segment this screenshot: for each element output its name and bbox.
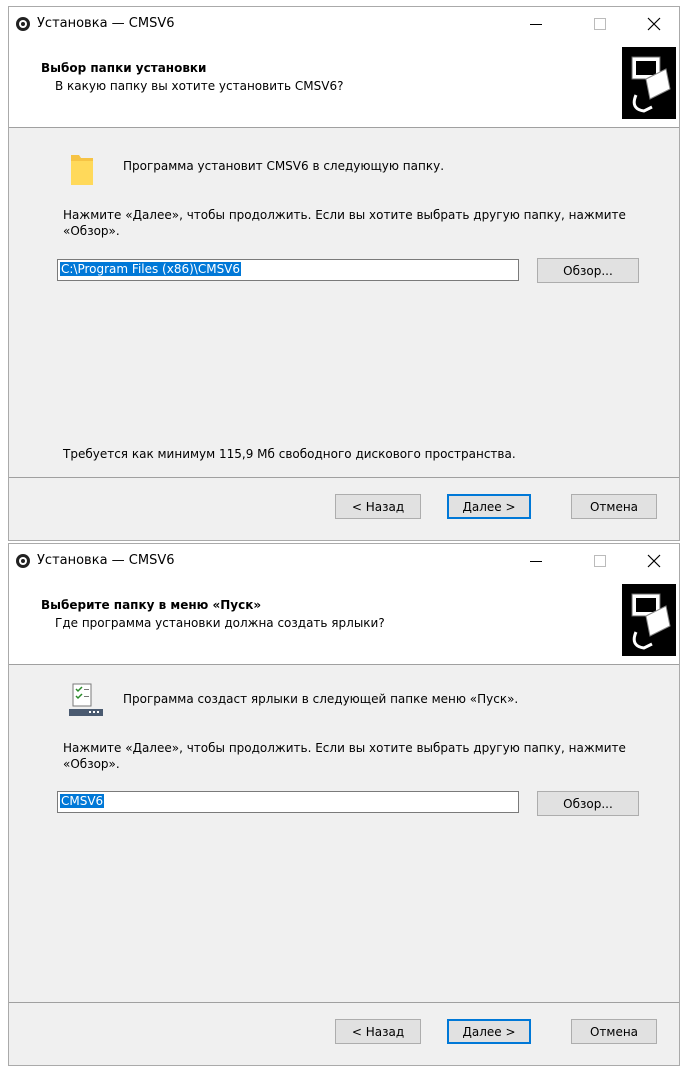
- cancel-button[interactable]: Отмена: [571, 1019, 657, 1044]
- minimize-button[interactable]: [513, 7, 559, 41]
- close-button[interactable]: [631, 544, 677, 578]
- wizard-header: Выбор папки установки В какую папку вы х…: [9, 41, 679, 128]
- next-button[interactable]: Далее >: [447, 494, 531, 519]
- title-bar[interactable]: Установка — CMSV6: [9, 7, 679, 41]
- disk-space-text: Требуется как минимум 115,9 Мб свободног…: [63, 447, 516, 461]
- window-title: Установка — CMSV6: [37, 553, 175, 568]
- hint-text: Нажмите «Далее», чтобы продолжить. Если …: [63, 208, 626, 238]
- app-icon: [16, 17, 30, 31]
- close-icon: [647, 554, 661, 568]
- install-path-input[interactable]: C:\Program Files (x86)\CMSV6: [57, 259, 519, 281]
- setup-logo-icon: [622, 47, 676, 119]
- install-path-value: C:\Program Files (x86)\CMSV6: [60, 262, 242, 276]
- page-title: Выберите папку в меню «Пуск»: [41, 598, 262, 612]
- setup-window-install-folder: Установка — CMSV6 Выбор папки установки …: [8, 6, 680, 541]
- page-subtitle: Где программа установки должна создать я…: [55, 616, 385, 630]
- close-button[interactable]: [631, 7, 677, 41]
- page-label: Программа установит CMSV6 в следующую па…: [123, 159, 445, 173]
- folder-icon: [71, 155, 93, 185]
- page-title: Выбор папки установки: [41, 61, 207, 75]
- setup-logo-icon: [622, 584, 676, 656]
- window-title: Установка — CMSV6: [37, 16, 175, 31]
- page-label: Программа создаст ярлыки в следующей пап…: [123, 692, 519, 706]
- wizard-footer: < Назад Далее > Отмена: [9, 477, 679, 540]
- back-button[interactable]: < Назад: [335, 1019, 421, 1044]
- setup-window-start-menu: Установка — CMSV6 Выберите папку в меню …: [8, 543, 680, 1066]
- wizard-header: Выберите папку в меню «Пуск» Где програм…: [9, 578, 679, 665]
- title-bar[interactable]: Установка — CMSV6: [9, 544, 679, 578]
- start-menu-folder-input[interactable]: CMSV6: [57, 791, 519, 813]
- start-menu-folder-icon: [69, 683, 103, 716]
- page-subtitle: В какую папку вы хотите установить CMSV6…: [55, 79, 344, 93]
- hint-text: Нажмите «Далее», чтобы продолжить. Если …: [63, 741, 626, 771]
- cancel-button[interactable]: Отмена: [571, 494, 657, 519]
- back-button[interactable]: < Назад: [335, 494, 421, 519]
- maximize-button[interactable]: [577, 544, 623, 578]
- browse-button[interactable]: Обзор...: [537, 791, 639, 816]
- start-menu-folder-value: CMSV6: [60, 794, 105, 808]
- next-button[interactable]: Далее >: [447, 1019, 531, 1044]
- minimize-button[interactable]: [513, 544, 559, 578]
- browse-button[interactable]: Обзор...: [537, 258, 639, 283]
- app-icon: [16, 554, 30, 568]
- maximize-button[interactable]: [577, 7, 623, 41]
- wizard-footer: < Назад Далее > Отмена: [9, 1002, 679, 1065]
- close-icon: [647, 17, 661, 31]
